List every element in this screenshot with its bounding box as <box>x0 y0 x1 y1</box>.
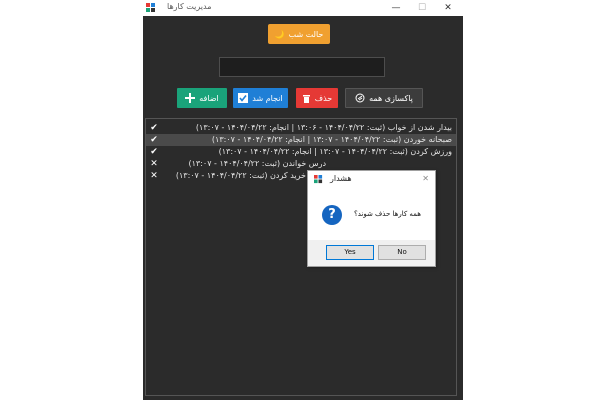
task-text: صبحانه خوردن (ثبت: ۱۴۰۴/۰۴/۲۲ - ۱۳:۰۷ | … <box>211 135 452 144</box>
done-label: انجام شد <box>252 93 283 103</box>
dark-mode-label: حالت شب <box>288 29 324 39</box>
task-text: ورزش کردن (ثبت: ۱۴۰۴/۰۴/۲۲ - ۱۳:۰۷ | انج… <box>218 147 452 156</box>
add-label: اضافه <box>199 93 219 103</box>
task-text: درس خواندن (ثبت: ۱۴۰۴/۰۴/۲۲ - ۱۳:۰۷) <box>188 159 327 168</box>
pending-mark-icon: ✕ <box>150 159 158 169</box>
minimize-button[interactable]: — <box>383 0 409 16</box>
done-mark-icon: ✔ <box>150 123 158 133</box>
confirm-dialog: هشدار ✕ ? همه کارها حذف شوند؟ Yes No <box>307 170 436 267</box>
close-button[interactable]: ✕ <box>435 0 461 16</box>
moon-icon: 🌙 <box>274 29 285 39</box>
dark-mode-button[interactable]: 🌙 حالت شب <box>268 24 330 44</box>
delete-button[interactable]: حذف <box>296 88 338 108</box>
no-button[interactable]: No <box>378 245 426 260</box>
pending-mark-icon: ✕ <box>150 171 158 181</box>
list-item[interactable]: ✔ بیدار شدن از خواب (ثبت: ۱۴۰۴/۰۴/۲۲ - ۱… <box>146 122 456 134</box>
dialog-footer: Yes No <box>308 240 435 266</box>
broom-icon <box>355 93 365 103</box>
dialog-title: هشدار <box>330 174 352 183</box>
plus-icon <box>185 93 196 103</box>
task-input[interactable] <box>219 57 385 77</box>
delete-label: حذف <box>314 93 333 103</box>
done-mark-icon: ✔ <box>150 147 158 157</box>
done-button[interactable]: انجام شد <box>233 88 288 108</box>
maximize-button[interactable]: ☐ <box>409 0 435 16</box>
task-text: خرید کردن (ثبت: ۱۴۰۴/۰۴/۲۲ - ۱۳:۰۷) <box>176 171 306 180</box>
list-item[interactable]: ✕ درس خواندن (ثبت: ۱۴۰۴/۰۴/۲۲ - ۱۳:۰۷) <box>146 158 456 170</box>
clear-all-button[interactable]: پاکسازی همه <box>345 88 423 108</box>
app-icon <box>146 3 155 12</box>
list-item[interactable]: ✔ صبحانه خوردن (ثبت: ۱۴۰۴/۰۴/۲۲ - ۱۳:۰۷ … <box>146 134 456 146</box>
window-title: مدیریت کارها <box>167 2 212 11</box>
done-mark-icon: ✔ <box>150 135 158 145</box>
dialog-close-button[interactable]: ✕ <box>422 174 429 183</box>
yes-button[interactable]: Yes <box>326 245 374 260</box>
check-icon <box>238 93 249 103</box>
trash-icon <box>302 95 310 103</box>
list-item[interactable]: ✔ ورزش کردن (ثبت: ۱۴۰۴/۰۴/۲۲ - ۱۳:۰۷ | ا… <box>146 146 456 158</box>
title-bar: مدیریت کارها — ☐ ✕ <box>143 0 463 16</box>
add-button[interactable]: اضافه <box>177 88 227 108</box>
question-icon: ? <box>322 205 342 225</box>
dialog-message: همه کارها حذف شوند؟ <box>354 210 421 218</box>
clear-all-label: پاکسازی همه <box>369 93 413 103</box>
app-icon <box>314 175 323 184</box>
task-text: بیدار شدن از خواب (ثبت: ۱۴۰۴/۰۴/۲۲ - ۱۳:… <box>195 123 452 132</box>
